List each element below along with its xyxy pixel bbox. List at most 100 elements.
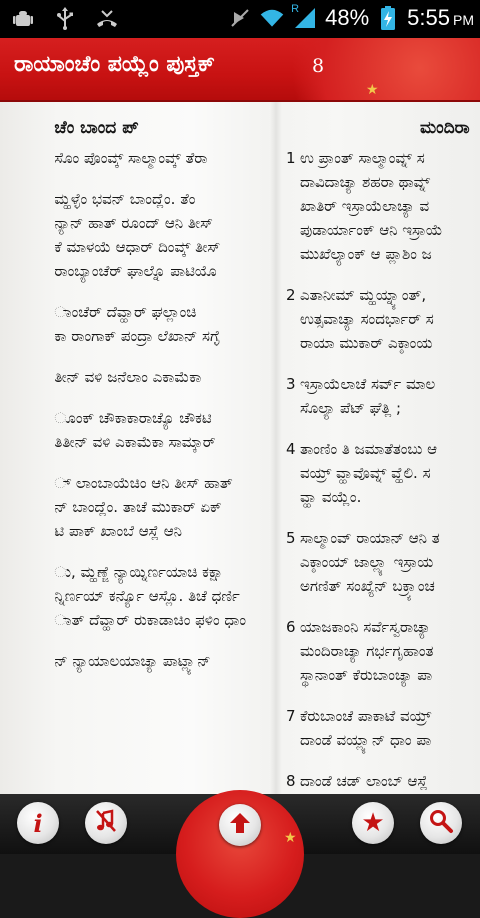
verse-line: ಸೊಲ್ಯಾ ಪೆಟ್ ಘೆತ್ಲಿ ; bbox=[286, 396, 470, 420]
battery-charging-icon bbox=[375, 5, 401, 31]
text-line: ಟಿ ಪಾಕ್ ಖಾಂಬೆ ಆಸ್ಲೆ ಆನಿ bbox=[54, 522, 182, 540]
verse-gap bbox=[286, 509, 470, 526]
search-button[interactable] bbox=[420, 802, 462, 844]
verse-text: ವಯ್ರ್ ವ್ಹಾವೊವ್ನ್ ವ್ಹೆಲಿ. ಸ bbox=[300, 464, 431, 482]
verse-line: 8 ದಾಂಡೆ ಚಡ್ ಲಾಂಬ್ ಆಸ್ಲೆ bbox=[286, 769, 470, 793]
chapter-number[interactable]: 8 bbox=[312, 55, 324, 77]
verse-line: ದಾಂಡೆ ವಯ್ಲ್ಯಾನ್ ಧಾಂ ಪಾ bbox=[286, 728, 470, 752]
book-title[interactable]: ರಾಯಾಂಚೆಂ ಪಯ್ಲೆಂ ಪುಸ್ತಕ್ bbox=[14, 52, 215, 77]
text-line: ತೀನ್ ವಳಿ ಜನೆಲಾಂ ಎಕಾಮೆಕಾ bbox=[54, 368, 202, 386]
verse-number: 1 bbox=[286, 149, 296, 167]
right-column: ಮಂದಿರಾ 1ಉ ಪ್ರಾಂತ್ ಸಾಲ್ಮಾಂವ್ನ್ ಸ ದಾವಿದಾಚ್ಯ… bbox=[284, 102, 480, 794]
verse-line: ಖಾತಿರ್ ಇಸ್ರಾಯೆಲಾಚ್ಯಾ ವ bbox=[286, 194, 470, 218]
verse-text: ದಾವಿದಾಚ್ಯಾ ಶಹರಾ ಥಾವ್ನ್ bbox=[300, 173, 431, 191]
verse-text: ಸೊಲ್ಯಾ ಪೆಟ್ ಘೆತ್ಲಿ ; bbox=[300, 399, 402, 417]
status-bar: R 48% 5:55 PM bbox=[0, 0, 480, 38]
verse-line: ರಾಯಾ ಮುಕಾರ್ ಎಕ್ಠಾಂಯ bbox=[286, 331, 470, 355]
bottom-toolbar: ★ i ★ bbox=[0, 790, 480, 918]
music-off-icon bbox=[93, 808, 119, 838]
battery-percent: 48% bbox=[325, 5, 370, 30]
verse-text: ಉ ಪ್ರಾಂತ್ ಸಾಲ್ಮಾಂವ್ನ್ ಸ bbox=[300, 149, 425, 167]
verse-line: ಪುಡಾರ್ಯಾಂಕ್ ಆನಿ ಇಸ್ರಾಯೆ bbox=[286, 218, 470, 242]
clock-time: 5:55 bbox=[407, 5, 450, 30]
verse-number: 8 bbox=[286, 772, 296, 790]
network-type-label: R bbox=[291, 3, 300, 15]
verse-gap bbox=[286, 420, 470, 437]
verse-text: ಎತಾನೀಮ್ ಮ್ಹಯ್ನ್ಯಾಂತ್, bbox=[300, 286, 427, 304]
search-icon bbox=[428, 808, 454, 838]
verse-number: 6 bbox=[286, 618, 296, 636]
verse-text: ಸಾಲ್ಮಾಂವ್ ರಾಯಾನ್ ಆನಿ ತ bbox=[300, 529, 440, 547]
decorative-star-icon: ★ bbox=[366, 82, 379, 98]
verse-text: ಎಕ್ಠಾಂಯ್ ಜಾಲ್ಲ್ಯಾ ಇಸ್ರಾಯ bbox=[300, 553, 434, 571]
verse-line: ಅಗಣಿತ್ ಸಂಖ್ಯೆನ್ ಬಕ್ರ್ಯಾಂಚ bbox=[286, 574, 470, 598]
text-line: ಸೊಂ ಪೊಂವ್ಕ್ ಸಾಲ್ಮಾಂವ್ಕ್ ತೆರಾ bbox=[54, 149, 208, 167]
verse-gap bbox=[286, 266, 470, 283]
verse-line: 2 ಎತಾನೀಮ್ ಮ್ಹಯ್ನ್ಯಾಂತ್, bbox=[286, 283, 470, 307]
left-column-heading: ಚೆಂ ಬಾಂದ ಪ್ bbox=[54, 118, 139, 138]
verse-line: 1ಉ ಪ್ರಾಂತ್ ಸಾಲ್ಮಾಂವ್ನ್ ಸ bbox=[286, 146, 470, 170]
clock-suffix: PM bbox=[453, 12, 474, 28]
verse-gap bbox=[286, 355, 470, 372]
verse-line: 7 ಕೆರುಬಾಂಚೆ ಪಾಕಾಟೆ ವಯ್ರ್ bbox=[286, 704, 470, 728]
verse-text: ಮುಖೆಲ್ಯಾಂಕ್ ಆ ಪ್ಲಾಶಿಂ ಜ bbox=[300, 245, 432, 263]
left-column: ಚೆಂ ಬಾಂದ ಪ್ ಸೊಂ ಪೊಂವ್ಕ್ ಸಾಲ್ಮಾಂವ್ಕ್ ತೆರಾ… bbox=[0, 102, 268, 794]
verse-text: ದಾಂಡೆ ಚಡ್ ಲಾಂಬ್ ಆಸ್ಲೆ bbox=[300, 772, 428, 790]
verse-text: ಕೆರುಬಾಂಚೆ ಪಾಕಾಟೆ ವಯ್ರ್ bbox=[300, 707, 432, 725]
right-column-heading: ಮಂದಿರಾ bbox=[420, 118, 470, 138]
mute-button[interactable] bbox=[85, 802, 127, 844]
verse-number: 7 bbox=[286, 707, 296, 725]
reading-page[interactable]: ಚೆಂ ಬಾಂದ ಪ್ ಸೊಂ ಪೊಂವ್ಕ್ ಸಾಲ್ಮಾಂವ್ಕ್ ತೆರಾ… bbox=[0, 102, 480, 794]
text-line: ಮ್ಹಳ್ಳೆಂ ಭವನ್ ಬಾಂದ್ಲೆಂ. ತೆಂ bbox=[54, 190, 196, 208]
verse-line: ಎಕ್ಠಾಂಯ್ ಜಾಲ್ಲ್ಯಾ ಇಸ್ರಾಯ bbox=[286, 550, 470, 574]
verse-text: ಅಗಣಿತ್ ಸಂಖ್ಯೆನ್ ಬಕ್ರ್ಯಾಂಚ bbox=[300, 577, 435, 595]
text-line: ಾಂಚೆರ್ ದೆವ್ಹಾರ್ ಘಲ್ಲಾಂಚಿ bbox=[54, 303, 197, 321]
app-title-bar: ರಾಯಾಂಚೆಂ ಪಯ್ಲೆಂ ಪುಸ್ತಕ್ 8 ★ bbox=[0, 38, 480, 102]
arrow-up-icon bbox=[227, 810, 253, 840]
text-line: ೂಂಕ್ ಚೌಕಾಕಾರಾಚ್ಯೊ ಚೌಕಟಿ bbox=[54, 409, 212, 427]
verse-text: ಪುಡಾರ್ಯಾಂಕ್ ಆನಿ ಇಸ್ರಾಯೆ bbox=[300, 221, 443, 239]
text-line: ಕಾ ರಾಂಗಾಕ್ ಪಂದ್ರಾ ಲೆಖಾನ್ ಸಗ್ಳೆ bbox=[54, 327, 220, 345]
verse-text: ಖಾತಿರ್ ಇಸ್ರಾಯೆಲಾಚ್ಯಾ ವ bbox=[300, 197, 430, 215]
verse-gap bbox=[286, 598, 470, 615]
favorites-button[interactable]: ★ bbox=[352, 802, 394, 844]
signal-icon: R bbox=[291, 3, 319, 31]
verse-line: ಮುಖೆಲ್ಯಾಂಕ್ ಆ ಪ್ಲಾಶಿಂ ಜ bbox=[286, 242, 470, 266]
verse-gap bbox=[286, 752, 470, 769]
left-column-text: ಚೆಂ ಬಾಂದ ಪ್ ಸೊಂ ಪೊಂವ್ಕ್ ಸಾಲ್ಮಾಂವ್ಕ್ ತೆರಾ… bbox=[54, 116, 246, 673]
text-line: ನ್ ನ್ಯಾಯಾಲಯಾಚ್ಯಾ ಪಾಟ್ಲ್ಯಾನ್ bbox=[54, 652, 211, 670]
android-debug-icon bbox=[10, 6, 36, 32]
verse-text: ದಾಂಡೆ ವಯ್ಲ್ಯಾನ್ ಧಾಂ ಪಾ bbox=[300, 731, 432, 749]
star-icon: ★ bbox=[361, 808, 385, 838]
verse-line: 6 ಯಾಜಕಾಂನಿ ಸರ್ವೆಸ್ವರಾಚ್ಯಾ bbox=[286, 615, 470, 639]
text-line: ಾತ್ ದೆವ್ಹಾರ್ ರುಕಾಡಾಚಿಂ ಫಳಿಂ ಧಾಂ bbox=[54, 611, 246, 629]
verse-line: 5 ಸಾಲ್ಮಾಂವ್ ರಾಯಾನ್ ಆನಿ ತ bbox=[286, 526, 470, 550]
info-icon: i bbox=[33, 808, 43, 838]
verse-line: ಮಂದಿರಾಚ್ಯಾ ಗರ್ಭಗೃಹಾಂತ bbox=[286, 639, 470, 663]
verse-number: 2 bbox=[286, 286, 296, 304]
verse-line: ಉತ್ಸವಾಚ್ಯಾ ಸಂದರ್ಭಾರ್ ಸ bbox=[286, 307, 470, 331]
verse-text: ಉತ್ಸವಾಚ್ಯಾ ಸಂದರ್ಭಾರ್ ಸ bbox=[300, 310, 434, 328]
verse-number: 3 bbox=[286, 375, 296, 393]
decorative-star-icon: ★ bbox=[284, 830, 297, 846]
verse-line: ಸ್ಥಾನಾಂತ್ ಕೆರುಬಾಂಚ್ಯಾ ಪಾ bbox=[286, 663, 470, 687]
verse-line: ವಯ್ರ್ ವ್ಹಾವೊವ್ನ್ ವ್ಹೆಲಿ. ಸ bbox=[286, 461, 470, 485]
verse-text: ತಾಂಣಿಂ ತಿ ಜಮಾತೆತಂಬು ಆ bbox=[300, 440, 438, 458]
verse-text: ಯಾಜಕಾಂನಿ ಸರ್ವೆಸ್ವರಾಚ್ಯಾ bbox=[300, 618, 431, 636]
verse-number: 4 bbox=[286, 440, 296, 458]
wifi-icon bbox=[259, 5, 285, 31]
text-line: ಕೆ ಮಾಳಯೆ ಆಧಾರ್ ದಿಂವ್ಕ್ ತೀಸ್ bbox=[54, 238, 221, 256]
usb-icon bbox=[52, 6, 78, 32]
info-button[interactable]: i bbox=[17, 802, 59, 844]
verse-line: 4 ತಾಂಣಿಂ ತಿ ಜಮಾತೆತಂಬು ಆ bbox=[286, 437, 470, 461]
right-column-text: ಮಂದಿರಾ 1ಉ ಪ್ರಾಂತ್ ಸಾಲ್ಮಾಂವ್ನ್ ಸ ದಾವಿದಾಚ್ಯ… bbox=[286, 116, 470, 794]
scroll-up-button[interactable] bbox=[219, 804, 261, 846]
page-gutter bbox=[270, 102, 282, 794]
verse-line: ವ್ಹಾ ವಯ್ಲೆಂ. bbox=[286, 485, 470, 509]
